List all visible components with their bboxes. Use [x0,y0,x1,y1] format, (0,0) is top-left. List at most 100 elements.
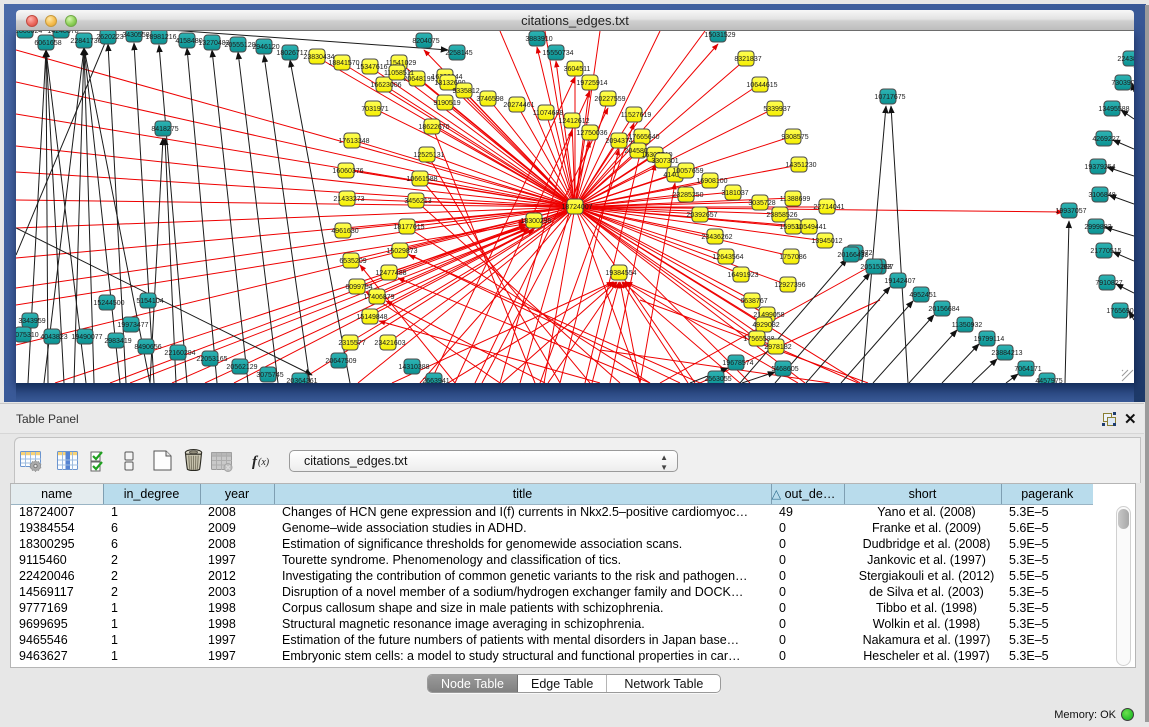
svg-text:20392657: 20392657 [686,212,717,219]
svg-text:18981216: 18981216 [145,34,176,41]
svg-text:8418275: 8418275 [151,126,178,133]
svg-text:15149848: 15149848 [356,314,387,321]
svg-text:18724007: 18724007 [561,204,592,211]
svg-text:10057659: 10057659 [672,168,703,175]
svg-text:2258145: 2258145 [445,50,472,57]
svg-text:19973477: 19973477 [117,322,148,329]
svg-text:21770515: 21770515 [1090,248,1121,255]
svg-text:20156684: 20156684 [928,306,959,313]
svg-text:3075745: 3075745 [256,372,283,379]
svg-text:6535209: 6535209 [339,258,366,265]
svg-text:17406879: 17406879 [363,294,394,301]
svg-text:20515263: 20515263 [860,264,891,271]
svg-text:12927396: 12927396 [774,282,805,289]
svg-text:10717675: 10717675 [874,94,905,101]
svg-text:7910827: 7910827 [1095,280,1122,287]
svg-text:7303905: 7303905 [1111,80,1134,87]
svg-text:18300295: 18300295 [520,218,551,225]
svg-text:4269227: 4269227 [1092,136,1119,143]
svg-text:16060376: 16060376 [332,168,363,175]
svg-text:12477488: 12477488 [375,270,406,277]
svg-text:2663941: 2663941 [422,378,449,383]
svg-text:8204075: 8204075 [412,38,439,45]
svg-text:22160294: 22160294 [164,350,195,357]
svg-text:11527619: 11527619 [621,112,652,119]
svg-text:20274461: 20274461 [503,102,534,109]
svg-text:16623006: 16623006 [370,82,401,89]
svg-text:20647509: 20647509 [325,358,356,365]
svg-text:20166438: 20166438 [837,252,868,259]
svg-text:16908100: 16908100 [696,178,727,185]
svg-text:20555120: 20555120 [224,42,255,49]
svg-text:18841570: 18841570 [328,60,359,67]
svg-text:20562129: 20562129 [226,364,257,371]
svg-text:17656906: 17656906 [1106,308,1134,315]
svg-text:6099754: 6099754 [345,284,372,291]
svg-text:15244500: 15244500 [93,300,124,307]
svg-text:14248078: 14248078 [47,31,78,35]
svg-text:5154104: 5154104 [136,298,163,305]
svg-text:18177615: 18177615 [393,224,424,231]
svg-text:7031971: 7031971 [361,106,388,113]
svg-text:10661588: 10661588 [406,176,437,183]
svg-text:19379254: 19379254 [1084,164,1115,171]
svg-text:11058511: 11058511 [384,70,414,77]
svg-text:14310388: 14310388 [398,364,429,371]
svg-text:4929082: 4929082 [752,322,779,329]
svg-text:9335812: 9335812 [452,88,479,95]
svg-text:13945012: 13945012 [811,238,842,245]
svg-text:19384554: 19384554 [605,270,636,277]
svg-text:3181037: 3181037 [721,190,748,197]
svg-text:3746598: 3746598 [476,96,503,103]
svg-text:6061658: 6061658 [34,40,61,47]
svg-text:23436262: 23436262 [701,234,732,241]
svg-text:15550734: 15550734 [542,50,573,57]
svg-text:3604511: 3604511 [564,66,591,73]
svg-text:4457975: 4457975 [1035,378,1062,383]
svg-text:19725914: 19725914 [576,80,607,87]
svg-text:11350932: 11350932 [952,322,983,329]
svg-text:15029873: 15029873 [386,248,417,255]
svg-text:12750036: 12750036 [576,130,607,137]
svg-text:23421603: 23421603 [374,340,405,347]
svg-text:2563055: 2563055 [704,376,731,383]
svg-text:20227559: 20227559 [594,96,625,103]
svg-text:19799114: 19799114 [974,336,1005,343]
svg-text:13495588: 13495588 [1098,106,1129,113]
svg-text:4961630: 4961630 [331,228,358,235]
svg-text:3456213: 3456213 [404,198,431,205]
svg-text:2315577: 2315577 [338,340,365,347]
svg-text:15031529: 15031529 [704,32,735,39]
svg-text:3307301: 3307301 [651,158,678,165]
svg-text:8490656: 8490656 [134,344,161,351]
svg-text:12525131: 12525131 [413,152,444,159]
svg-text:16491923: 16491923 [727,272,758,279]
svg-text:3883910: 3883910 [525,36,552,43]
svg-text:20364361: 20364361 [286,378,317,383]
svg-text:10549441: 10549441 [795,224,826,231]
svg-text:(x): (x) [258,457,270,468]
svg-text:19678574: 19678574 [722,360,753,367]
svg-text:17613348: 17613348 [338,138,369,145]
svg-text:2983419: 2983419 [104,338,131,345]
svg-text:8321837: 8321837 [734,56,761,63]
svg-text:4952451: 4952451 [909,292,936,299]
svg-text:23285250: 23285250 [672,192,703,199]
svg-text:6638767: 6638767 [740,298,767,305]
svg-text:11388699: 11388699 [780,196,811,203]
svg-text:2620223: 2620223 [96,34,123,41]
svg-text:12412612: 12412612 [558,118,589,125]
svg-text:22714041: 22714041 [813,204,844,211]
svg-text:5339937: 5339937 [763,106,790,113]
svg-text:20648195: 20648195 [403,76,434,83]
svg-text:2999883: 2999883 [1084,224,1111,231]
svg-text:5468605: 5468605 [771,366,798,373]
svg-text:19937057: 19937057 [1055,208,1086,215]
svg-text:21433273: 21433273 [333,196,364,203]
svg-text:3343959: 3343959 [18,318,45,325]
svg-text:10644615: 10644615 [746,82,777,89]
svg-text:1757086: 1757086 [779,254,806,261]
svg-text:12643564: 12643564 [712,254,743,261]
svg-text:9308575: 9308575 [781,134,808,141]
svg-text:9190519: 9190519 [433,100,460,107]
